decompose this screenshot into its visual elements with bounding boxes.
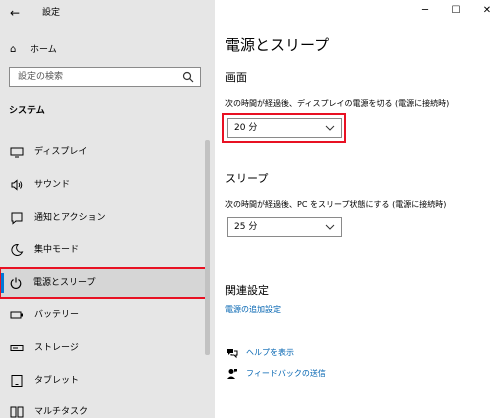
sidebar-item-label: ディスプレイ <box>34 147 88 157</box>
app-title: 設定 <box>42 8 61 18</box>
back-arrow-icon[interactable]: ← <box>10 6 24 20</box>
sidebar: ← 設定 ⌂ ホーム 設定の検索 システム ディスプレイ サウンド 通知とアクシ… <box>0 0 215 418</box>
sidebar-item-storage[interactable]: ストレージ <box>2 334 202 362</box>
sidebar-item-tablet[interactable]: タブレット <box>2 367 202 395</box>
home-icon: ⌂ <box>10 44 17 55</box>
feedback-label: フィードバックの送信 <box>246 369 326 378</box>
minimize-icon[interactable]: ─ <box>418 4 432 18</box>
monitor-icon <box>10 147 24 158</box>
search-input[interactable]: 設定の検索 <box>9 67 201 87</box>
sidebar-item-label: マルチタスク <box>34 407 89 417</box>
section-heading-screen: 画面 <box>225 71 247 84</box>
tablet-icon <box>11 375 23 387</box>
sidebar-item-notifications[interactable]: 通知とアクション <box>2 204 202 232</box>
home-label: ホーム <box>30 45 57 55</box>
search-icon <box>182 71 194 83</box>
sidebar-item-power-sleep[interactable]: 電源とスリープ <box>0 267 209 299</box>
storage-icon <box>10 345 24 351</box>
sidebar-scrollbar[interactable] <box>205 140 210 355</box>
sidebar-item-label: 電源とスリープ <box>33 278 96 288</box>
screen-timeout-dropdown[interactable]: 20 分 <box>227 118 342 138</box>
sidebar-item-label: 集中モード <box>34 245 80 255</box>
notification-icon <box>11 212 23 225</box>
selected-indicator <box>1 273 4 293</box>
sidebar-item-multitask[interactable]: マルチタスク <box>2 398 202 418</box>
moon-icon <box>11 243 24 256</box>
chevron-down-icon <box>325 224 335 230</box>
dropdown-value: 20 分 <box>234 123 258 133</box>
sleep-timeout-dropdown[interactable]: 25 分 <box>227 217 342 237</box>
sidebar-item-label: サウンド <box>34 180 71 190</box>
help-label: ヘルプを表示 <box>246 348 294 357</box>
multitask-icon <box>10 406 24 418</box>
battery-icon <box>10 311 23 319</box>
sidebar-item-sound[interactable]: サウンド <box>2 171 202 199</box>
close-icon[interactable]: ✕ <box>480 4 494 18</box>
maximize-icon[interactable]: ☐ <box>449 4 463 18</box>
screen-timeout-description: 次の時間が経過後、ディスプレイの電源を切る (電源に接続時) <box>225 99 450 108</box>
sleep-timeout-description: 次の時間が経過後、PC をスリープ状態にする (電源に接続時) <box>225 200 447 209</box>
section-heading-system: システム <box>9 106 45 116</box>
chevron-down-icon <box>325 125 335 131</box>
search-placeholder: 設定の検索 <box>18 72 64 82</box>
speaker-icon <box>11 179 23 191</box>
sidebar-item-battery[interactable]: バッテリー <box>2 301 202 329</box>
sidebar-item-label: 通知とアクション <box>34 213 106 223</box>
feedback-person-icon <box>227 369 237 379</box>
additional-power-settings-link[interactable]: 電源の追加設定 <box>225 304 281 316</box>
sidebar-item-label: タブレット <box>34 376 80 386</box>
sidebar-item-display[interactable]: ディスプレイ <box>2 138 202 166</box>
sidebar-item-focus[interactable]: 集中モード <box>2 236 202 264</box>
dropdown-value: 25 分 <box>234 222 258 232</box>
sidebar-item-label: ストレージ <box>34 343 79 353</box>
sidebar-item-home[interactable]: ⌂ ホーム <box>8 42 208 58</box>
help-chat-icon <box>227 349 238 359</box>
section-heading-related: 関連設定 <box>225 284 269 297</box>
section-heading-sleep: スリープ <box>225 172 269 185</box>
page-title: 電源とスリープ <box>225 36 330 54</box>
power-icon <box>10 277 22 289</box>
sidebar-item-label: バッテリー <box>34 310 80 320</box>
